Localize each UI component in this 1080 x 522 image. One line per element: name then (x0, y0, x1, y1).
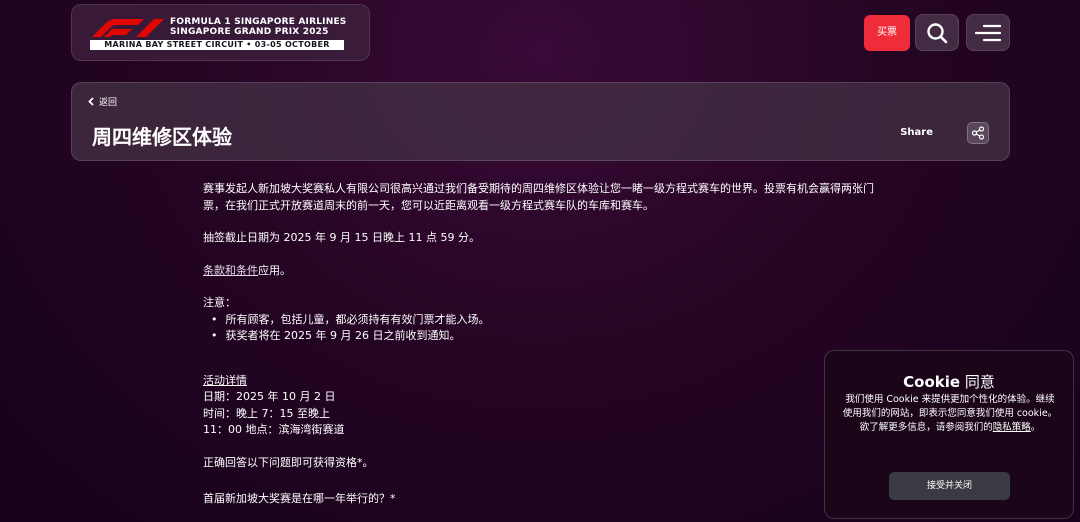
back-label: 返回 (99, 98, 118, 108)
activity-date: 日期：2025 年 10 月 2 日 (203, 390, 336, 403)
qualify-text: 正确回答以下问题即可获得资格*。 (203, 455, 374, 469)
cookie-title-rest: 同意 (960, 373, 995, 391)
terms-link[interactable]: 条款和条件 (203, 264, 258, 277)
page-title-card: 返回 周四维修区体验 Share (71, 82, 1010, 161)
search-icon (927, 22, 948, 43)
cookie-title-bold: Cookie (903, 373, 961, 391)
terms-suffix: 应用。 (258, 263, 291, 277)
cookie-text-end: 。 (1030, 422, 1041, 433)
buy-ticket-button[interactable]: 买票 (864, 15, 910, 51)
cookie-title: Cookie 同意 (825, 371, 1073, 392)
list-item: 获奖者将在 2025 年 9 月 26 日之前收到通知。 (211, 328, 893, 345)
activity-place: 11：00 地点：滨海湾街赛道 (203, 423, 345, 436)
logo-text-line2: SINGAPORE GRAND PRIX 2025 (170, 27, 329, 37)
deadline-text: 抽签截止日期为 2025 年 9 月 15 日晚上 11 点 59 分。 (203, 231, 480, 244)
activity-time: 时间：晚上 7：15 至晚上 (203, 406, 330, 420)
menu-button[interactable] (966, 14, 1010, 51)
logo-text-line1: FORMULA 1 SINGAPORE AIRLINES (170, 17, 347, 27)
chevron-left-icon (88, 97, 94, 106)
back-link[interactable]: 返回 (88, 95, 117, 108)
privacy-policy-link[interactable]: 隐私策略 (993, 422, 1031, 433)
f1-logo-icon[interactable] (92, 19, 164, 37)
terms-line: 条款和条件应用。 (203, 263, 893, 280)
cookie-consent-dialog: Cookie 同意 我们使用 Cookie 来提供更加个性化的体验。继续使用我们… (824, 350, 1074, 519)
share-label: Share (900, 127, 933, 138)
note-title: 注意： (203, 296, 236, 309)
hamburger-menu-icon (975, 24, 1001, 41)
list-item: 所有顾客，包括儿童，都必须持有有效门票才能入场。 (211, 312, 893, 329)
site-header: FORMULA 1 SINGAPORE AIRLINES SINGAPORE G… (71, 4, 370, 61)
activity-title: 活动详情 (203, 373, 247, 387)
logo-venue-strip: MARINA BAY STREET CIRCUIT • 03-05 OCTOBE… (90, 40, 344, 50)
article-content: 赛事发起人新加坡大奖赛私人有限公司很高兴通过我们备受期待的周四维修区体验让您一睹… (203, 181, 893, 508)
intro-paragraph: 赛事发起人新加坡大奖赛私人有限公司很高兴通过我们备受期待的周四维修区体验让您一睹… (203, 182, 874, 212)
cookie-text: 我们使用 Cookie 来提供更加个性化的体验。继续使用我们的网站，即表示您同意… (841, 393, 1059, 435)
share-button[interactable] (967, 122, 989, 144)
accept-and-close-button[interactable]: 接受并关闭 (889, 472, 1010, 500)
question-text: 首届新加坡大奖赛是在哪一年举行的？* (203, 492, 396, 505)
notes-list: 所有顾客，包括儿童，都必须持有有效门票才能入场。 获奖者将在 2025 年 9 … (203, 312, 893, 345)
share-icon (971, 126, 985, 140)
page-title: 周四维修区体验 (92, 125, 232, 149)
search-button[interactable] (915, 14, 959, 51)
